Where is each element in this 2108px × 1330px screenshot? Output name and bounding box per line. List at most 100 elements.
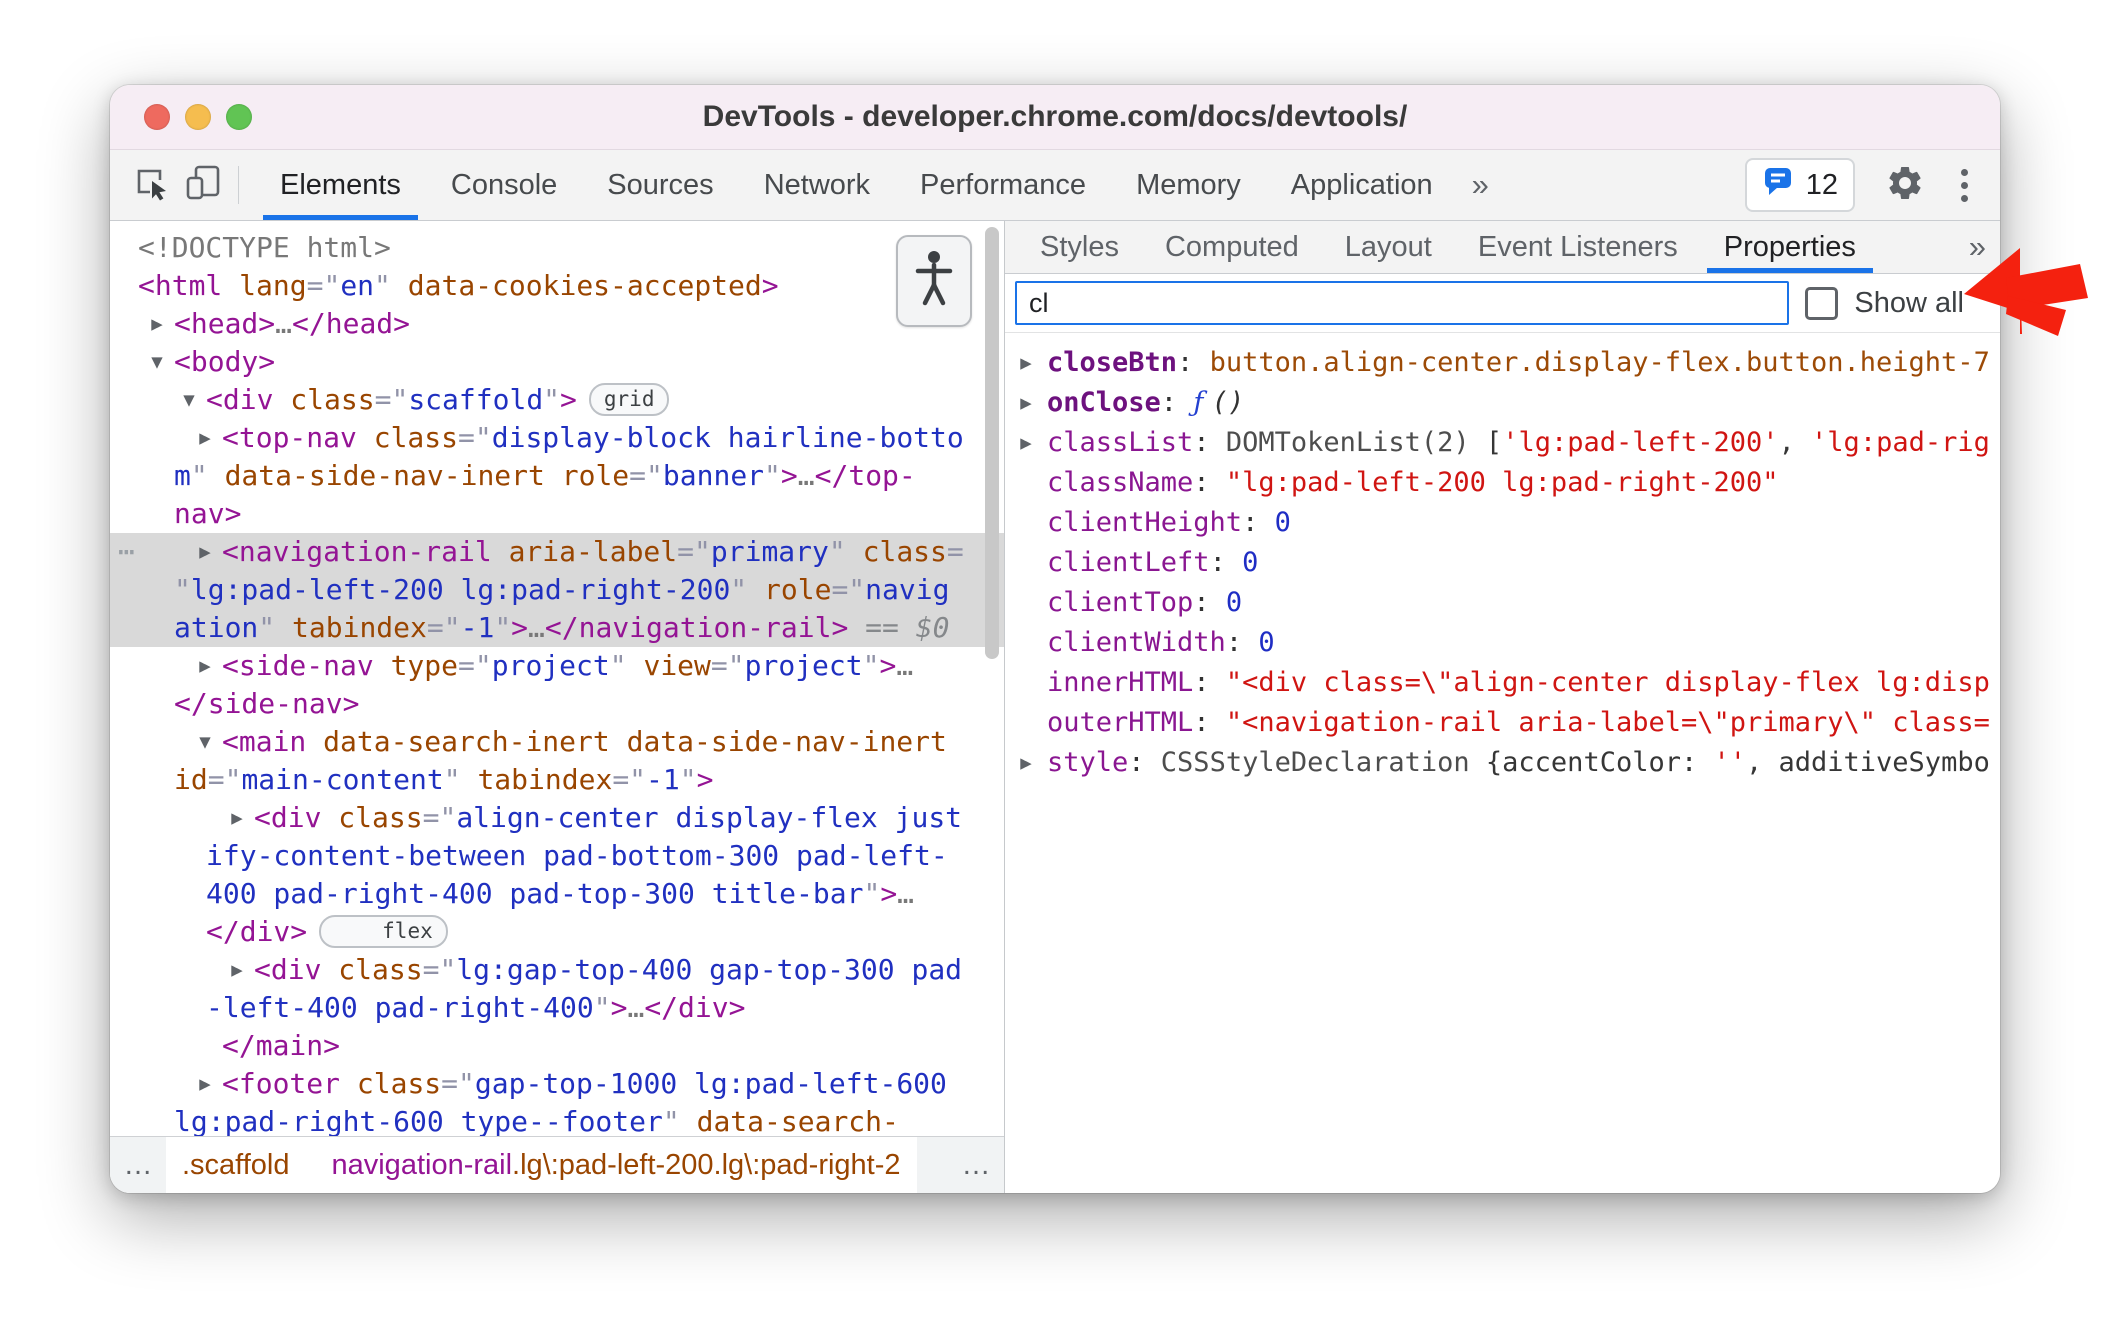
property-row-style[interactable]: ▶ style: CSSStyleDeclaration {accentColor… bbox=[1005, 743, 2000, 783]
zoom-window-button[interactable] bbox=[226, 104, 252, 130]
dom-tree-node[interactable]: ▶ <head>…</head> bbox=[110, 305, 1004, 343]
dom-tree-node[interactable]: ▶ <div class="align-center display-flex j… bbox=[110, 799, 1004, 951]
panel-tabs: Elements Console Sources Network Performance… bbox=[255, 150, 1458, 220]
property-value: [ bbox=[1485, 427, 1503, 458]
more-panels-button[interactable]: » bbox=[1458, 150, 1503, 220]
collapsed-arrow-icon[interactable]: ▶ bbox=[192, 647, 218, 685]
tab-memory[interactable]: Memory bbox=[1111, 150, 1266, 220]
property-value: 'lg:pad-rig bbox=[1811, 427, 1990, 458]
property-value: {accentColor: bbox=[1485, 747, 1714, 778]
dom-tree-node[interactable]: ⋯ ▶ <navigation-rail aria-label="primary" … bbox=[110, 533, 1004, 647]
settings-button[interactable] bbox=[1885, 163, 1925, 208]
properties-filter-input[interactable] bbox=[1015, 281, 1790, 325]
tab-sources[interactable]: Sources bbox=[582, 150, 738, 220]
close-window-button[interactable] bbox=[144, 104, 170, 130]
breadcrumb-overflow-right[interactable]: … bbox=[948, 1137, 1004, 1193]
dom-tree-node[interactable]: ▶ <side-nav type="project" view="project"… bbox=[110, 647, 1004, 723]
expanded-arrow-icon[interactable]: ▼ bbox=[192, 723, 218, 761]
dom-tree-node[interactable]: <html lang="en" data-cookies-accepted> bbox=[110, 267, 1004, 305]
tab-network[interactable]: Network bbox=[739, 150, 895, 220]
property-row-classList[interactable]: ▶ classList: DOMTokenList(2) ['lg:pad-lef… bbox=[1005, 423, 2000, 463]
property-value: 0 bbox=[1225, 587, 1243, 618]
property-name: closeBtn bbox=[1047, 347, 1178, 378]
property-value: '' bbox=[1713, 747, 1746, 778]
property-name: innerHTML bbox=[1047, 667, 1194, 698]
show-all-checkbox[interactable] bbox=[1805, 286, 1839, 320]
property-row-closeBtn[interactable]: ▶ closeBtn: button.align-center.display-f… bbox=[1005, 343, 2000, 383]
property-value: , additiveSymbo bbox=[1746, 747, 1990, 778]
gear-icon bbox=[1885, 163, 1925, 208]
toolbar-right: 12 bbox=[1744, 150, 2000, 220]
dom-tree-node[interactable]: ▶ <div class="lg:gap-top-400 gap-top-300 … bbox=[110, 951, 1004, 1027]
collapsed-arrow-icon[interactable]: ▶ bbox=[1013, 743, 1039, 783]
more-options-button[interactable] bbox=[1955, 163, 1974, 208]
tab-console[interactable]: Console bbox=[426, 150, 582, 220]
property-value: 0 bbox=[1242, 547, 1259, 578]
console-message-count: 12 bbox=[1805, 168, 1838, 201]
toolbar-divider bbox=[238, 166, 239, 204]
breadcrumb-item-navigation-rail[interactable]: navigation-rail .lg\:pad-left-200.lg\:pad… bbox=[305, 1137, 917, 1193]
elements-panel: <!DOCTYPE html> <html lang="en" data-cook… bbox=[110, 221, 1004, 1193]
property-value: CSSStyleDeclaration bbox=[1160, 747, 1486, 778]
expanded-arrow-icon[interactable]: ▼ bbox=[144, 343, 170, 381]
collapsed-arrow-icon[interactable]: ▶ bbox=[192, 533, 218, 571]
tree-scrollbar-thumb[interactable] bbox=[985, 227, 999, 659]
property-row-clientLeft[interactable]: clientLeft: 0 bbox=[1005, 543, 2000, 583]
dom-tree-node[interactable]: ▶ <footer class="gap-top-1000 lg:pad-left… bbox=[110, 1065, 1004, 1136]
property-row-clientWidth[interactable]: clientWidth: 0 bbox=[1005, 623, 2000, 663]
property-value: ƒ bbox=[1193, 387, 1212, 418]
dom-tree-node[interactable]: ▼ <div class="scaffold"> grid bbox=[110, 381, 1004, 419]
dom-tree-node[interactable]: ▼ <main data-search-inert data-side-nav-i… bbox=[110, 723, 1004, 799]
dom-tree-node[interactable]: </main> bbox=[110, 1027, 1004, 1065]
layout-badge-grid[interactable]: grid bbox=[588, 383, 670, 416]
dom-tree: <!DOCTYPE html> <html lang="en" data-cook… bbox=[110, 221, 1004, 1136]
collapsed-arrow-icon[interactable]: ▶ bbox=[224, 951, 250, 989]
breadcrumb-overflow-left[interactable]: … bbox=[110, 1137, 166, 1193]
console-messages-button[interactable]: 12 bbox=[1744, 158, 1855, 212]
inspect-icon bbox=[133, 164, 171, 207]
property-row-clientTop[interactable]: clientTop: 0 bbox=[1005, 583, 2000, 623]
properties-filter-row: Show all bbox=[1005, 274, 2000, 333]
property-row-className[interactable]: className: "lg:pad-left-200 lg:pad-right… bbox=[1005, 463, 2000, 503]
tab-application[interactable]: Application bbox=[1266, 150, 1458, 220]
expanded-arrow-icon[interactable]: ▼ bbox=[176, 381, 202, 419]
property-row-outerHTML[interactable]: outerHTML: "<navigation-rail aria-label=… bbox=[1005, 703, 2000, 743]
property-value: button.align-center.display-flex.button.… bbox=[1209, 347, 1990, 378]
collapsed-arrow-icon[interactable]: ▶ bbox=[1013, 343, 1039, 383]
property-row-innerHTML[interactable]: innerHTML: "<div class=\"align-center di… bbox=[1005, 663, 2000, 703]
sidebar-tab-computed[interactable]: Computed bbox=[1142, 221, 1322, 273]
sidebar-tab-event-listeners[interactable]: Event Listeners bbox=[1455, 221, 1701, 273]
property-value: , bbox=[1778, 427, 1812, 458]
collapsed-arrow-icon[interactable]: ▶ bbox=[224, 799, 250, 837]
accessibility-overlay-button[interactable] bbox=[896, 235, 972, 327]
collapsed-arrow-icon[interactable]: ▶ bbox=[144, 305, 170, 343]
breadcrumb: … .scaffold navigation-rail .lg\:pad-left… bbox=[110, 1136, 1004, 1193]
node-overflow-dots-icon[interactable]: ⋯ bbox=[118, 533, 137, 571]
property-value: 'lg:pad-left-200' bbox=[1502, 427, 1779, 458]
property-row-onClose[interactable]: ▶ onClose: ƒ () bbox=[1005, 383, 2000, 423]
title-bar: DevTools - developer.chrome.com/docs/dev… bbox=[110, 85, 2000, 150]
property-value: 0 bbox=[1258, 627, 1275, 658]
collapsed-arrow-icon[interactable]: ▶ bbox=[1013, 423, 1039, 463]
sidebar-tab-styles[interactable]: Styles bbox=[1017, 221, 1142, 273]
tab-performance[interactable]: Performance bbox=[895, 150, 1111, 220]
collapsed-arrow-icon[interactable]: ▶ bbox=[192, 1065, 218, 1103]
device-toolbar-button[interactable] bbox=[178, 150, 230, 220]
main-split: <!DOCTYPE html> <html lang="en" data-cook… bbox=[110, 221, 2000, 1193]
inspect-element-button[interactable] bbox=[126, 150, 178, 220]
property-value: 0 bbox=[1274, 507, 1291, 538]
property-row-clientHeight[interactable]: clientHeight: 0 bbox=[1005, 503, 2000, 543]
screenshot-canvas: { "window": { "title": "DevTools - devel… bbox=[0, 0, 2108, 1330]
property-name: className bbox=[1047, 467, 1194, 498]
collapsed-arrow-icon[interactable]: ▶ bbox=[192, 419, 218, 457]
dom-tree-node[interactable]: <!DOCTYPE html> bbox=[110, 229, 1004, 267]
minimize-window-button[interactable] bbox=[185, 104, 211, 130]
breadcrumb-item-scaffold[interactable]: .scaffold bbox=[166, 1137, 306, 1193]
dom-tree-node[interactable]: ▶ <top-nav class="display-block hairline-… bbox=[110, 419, 1004, 533]
dom-tree-node[interactable]: ▼ <body> bbox=[110, 343, 1004, 381]
tab-elements[interactable]: Elements bbox=[255, 150, 426, 220]
layout-badge-flex[interactable]: flex bbox=[319, 915, 448, 948]
sidebar-tab-properties[interactable]: Properties bbox=[1701, 221, 1879, 273]
collapsed-arrow-icon[interactable]: ▶ bbox=[1013, 383, 1039, 423]
sidebar-tab-layout[interactable]: Layout bbox=[1322, 221, 1455, 273]
